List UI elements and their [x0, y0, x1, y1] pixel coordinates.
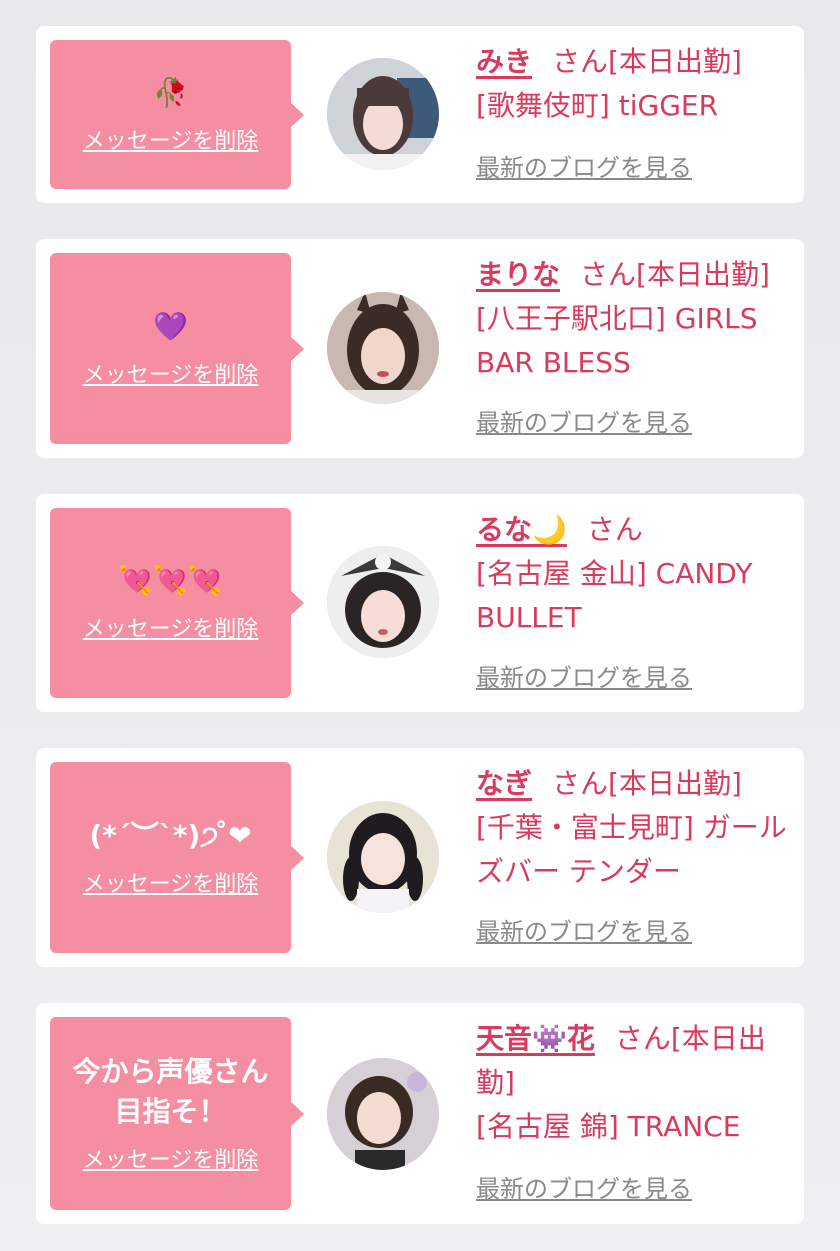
message-card: (*´︶`*)੭ ̊❤ メッセージを削除 なぎ さん[本日出勤] [千葉・富士見町… — [36, 748, 804, 967]
delete-message-link[interactable]: メッセージを削除 — [83, 615, 259, 645]
latest-blog-link[interactable]: 最新のブログを見る — [476, 407, 692, 439]
message-list: 🥀 メッセージを削除 みき さん[本日出勤] [歌舞伎町] tiGGER 最新のブ… — [0, 0, 840, 1251]
cast-status: さん[本日出勤] — [552, 45, 742, 78]
shop-name: [歌舞伎町] tiGGER — [476, 89, 719, 122]
message-bubble: 💜 メッセージを削除 — [50, 253, 304, 444]
message-text: 💜 — [153, 309, 188, 343]
message-card: 💘💘💘 メッセージを削除 るな🌙 さん [名古屋 金山] CANDY BULLET… — [36, 494, 804, 712]
avatar[interactable] — [327, 801, 439, 913]
message-text: 🥀 — [153, 75, 188, 109]
cast-name-link[interactable]: 天音👾花 — [476, 1022, 595, 1055]
cast-info: なぎ さん[本日出勤] [千葉・富士見町] ガールズバー テンダー — [476, 762, 794, 894]
latest-blog-link[interactable]: 最新のブログを見る — [476, 662, 692, 694]
avatar[interactable] — [327, 58, 439, 170]
cast-status: さん[本日出勤] — [580, 258, 770, 291]
delete-message-link[interactable]: メッセージを削除 — [83, 870, 259, 900]
cast-name-link[interactable]: なぎ — [476, 767, 532, 800]
avatar[interactable] — [327, 1058, 439, 1170]
latest-blog-link[interactable]: 最新のブログを見る — [476, 1173, 692, 1205]
shop-name: [八王子駅北口] GIRLS BAR BLESS — [476, 302, 758, 379]
message-card: 今から声優さん目指そ！ メッセージを削除 天音👾花 さん[本日出勤] [名古屋 錦… — [36, 1003, 804, 1224]
cast-info: るな🌙 さん [名古屋 金山] CANDY BULLET — [476, 508, 794, 640]
message-card: 💜 メッセージを削除 まりな さん[本日出勤] [八王子駅北口] GIRLS BA… — [36, 239, 804, 458]
delete-message-link[interactable]: メッセージを削除 — [83, 127, 259, 157]
message-bubble: (*´︶`*)੭ ̊❤ メッセージを削除 — [50, 762, 304, 953]
message-bubble: 🥀 メッセージを削除 — [50, 40, 304, 189]
message-bubble: 💘💘💘 メッセージを削除 — [50, 508, 304, 698]
latest-blog-link[interactable]: 最新のブログを見る — [476, 152, 692, 184]
delete-message-link[interactable]: メッセージを削除 — [83, 1146, 259, 1176]
cast-status: さん[本日出勤] — [552, 767, 742, 800]
delete-message-link[interactable]: メッセージを削除 — [83, 361, 259, 391]
shop-name: [千葉・富士見町] ガールズバー テンダー — [476, 811, 787, 888]
cast-info: まりな さん[本日出勤] [八王子駅北口] GIRLS BAR BLESS — [476, 253, 794, 385]
shop-name: [名古屋 金山] CANDY BULLET — [476, 557, 753, 634]
avatar[interactable] — [327, 292, 439, 404]
avatar[interactable] — [327, 546, 439, 658]
message-bubble: 今から声優さん目指そ！ メッセージを削除 — [50, 1017, 304, 1210]
cast-info: みき さん[本日出勤] [歌舞伎町] tiGGER — [476, 40, 794, 128]
cast-name-link[interactable]: るな🌙 — [476, 513, 567, 546]
cast-info: 天音👾花 さん[本日出勤] [名古屋 錦] TRANCE — [476, 1017, 794, 1149]
message-text: (*´︶`*)੭ ̊❤ — [89, 818, 252, 852]
cast-name-link[interactable]: みき — [476, 45, 532, 78]
cast-status: さん — [586, 513, 643, 546]
shop-name: [名古屋 錦] TRANCE — [476, 1110, 741, 1143]
latest-blog-link[interactable]: 最新のブログを見る — [476, 916, 692, 948]
message-text: 💘💘💘 — [118, 564, 223, 597]
message-text: 今から声優さん目指そ！ — [72, 1054, 269, 1128]
message-card: 🥀 メッセージを削除 みき さん[本日出勤] [歌舞伎町] tiGGER 最新のブ… — [36, 26, 804, 203]
cast-name-link[interactable]: まりな — [476, 258, 560, 291]
